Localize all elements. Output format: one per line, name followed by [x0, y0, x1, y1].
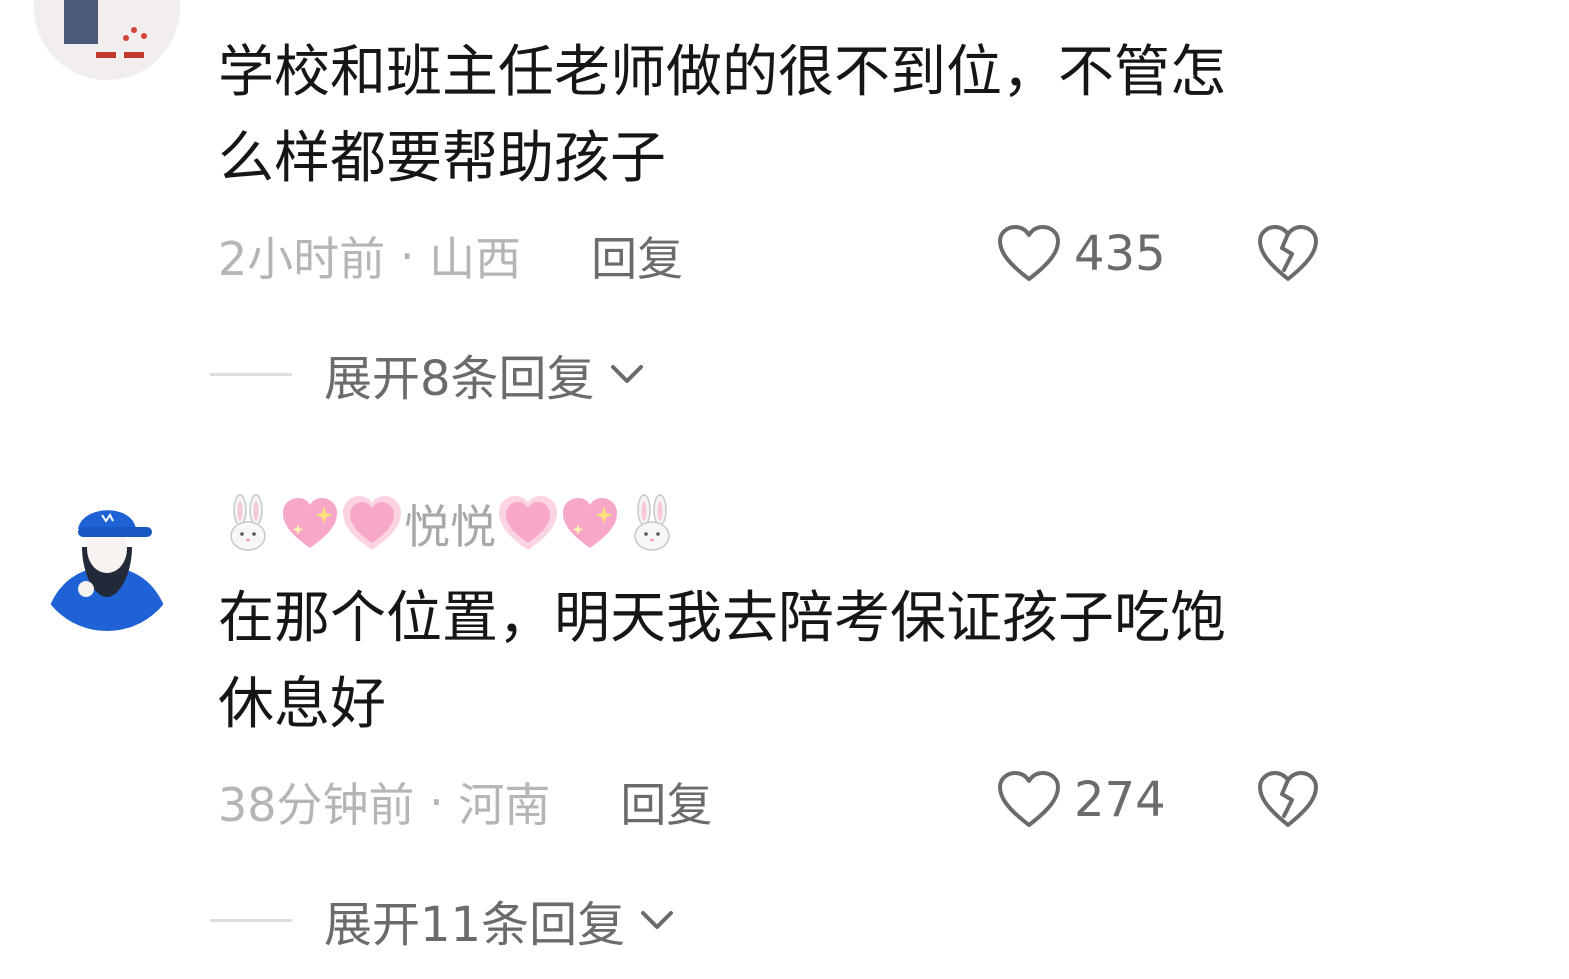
sparkling-heart-emoji — [280, 494, 340, 554]
comment-time: 2小时前 — [218, 232, 386, 286]
heart-icon[interactable] — [996, 224, 1062, 284]
avatar[interactable] — [34, 485, 180, 631]
comment-list: 学校和班主任老师做的很不到位，不管怎 么样都要帮助孩子 2小时前 · 山西 回复… — [0, 0, 1569, 979]
rabbit-emoji — [218, 494, 278, 554]
rabbit-emoji — [622, 494, 682, 554]
expand-replies-label[interactable]: 展开8条回复 — [324, 339, 595, 409]
growing-heart-emoji — [498, 494, 558, 554]
comment-nickname[interactable]: 悦悦 — [218, 494, 682, 554]
chevron-down-icon[interactable] — [607, 354, 647, 394]
reply-button[interactable]: 回复 — [591, 223, 683, 289]
meta-separator: · — [385, 229, 430, 283]
comment-time: 38分钟前 — [218, 778, 415, 832]
like-button[interactable]: 435 — [996, 224, 1166, 284]
broken-heart-icon[interactable] — [1256, 224, 1320, 284]
divider — [210, 918, 292, 922]
comment-location: 山西 — [429, 232, 522, 286]
comment-meta: 38分钟前 · 河南 回复 — [218, 772, 712, 832]
sparkling-heart-emoji — [560, 494, 620, 554]
comment-meta: 2小时前 · 山西 回复 — [218, 226, 683, 286]
growing-heart-emoji — [342, 494, 402, 554]
meta-separator: · — [414, 775, 459, 829]
divider — [210, 372, 292, 376]
heart-icon[interactable] — [996, 770, 1062, 830]
like-count: 274 — [1074, 772, 1166, 828]
like-count: 435 — [1074, 226, 1166, 282]
comment-location: 河南 — [458, 778, 551, 832]
comment-text: 学校和班主任老师做的很不到位，不管怎 么样都要帮助孩子 — [218, 40, 1226, 191]
expand-replies[interactable]: 展开8条回复 — [210, 344, 647, 407]
chevron-down-icon[interactable] — [637, 900, 677, 940]
nickname-text[interactable]: 悦悦 — [404, 491, 496, 557]
avatar[interactable] — [34, 0, 180, 80]
reply-button[interactable]: 回复 — [620, 769, 712, 835]
expand-replies-label[interactable]: 展开11条回复 — [324, 885, 625, 955]
expand-replies[interactable]: 展开11条回复 — [210, 890, 677, 953]
broken-heart-icon[interactable] — [1256, 770, 1320, 830]
like-button[interactable]: 274 — [996, 770, 1166, 830]
comment-text: 在那个位置，明天我去陪考保证孩子吃饱 休息好 — [218, 586, 1226, 737]
